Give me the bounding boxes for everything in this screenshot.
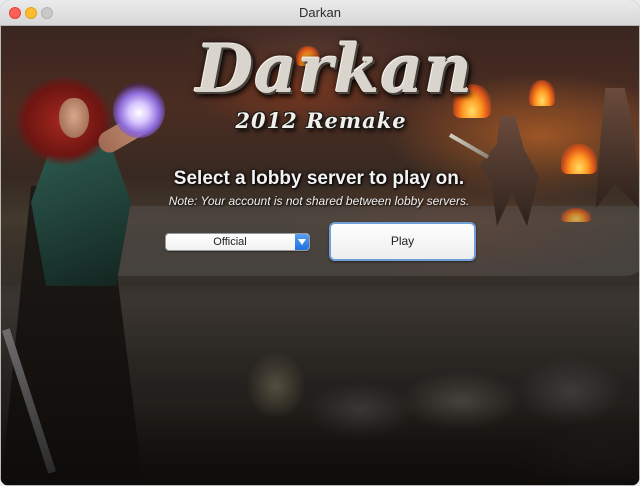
selected-server: Official [213, 236, 247, 248]
lobby-server-select[interactable]: Official [165, 233, 310, 251]
app-window: Darkan Darkan 2012 Remake Select a lobby… [0, 0, 640, 486]
logo-subtitle: 2012 Remake [235, 108, 407, 133]
magic-orb [113, 82, 165, 138]
fire-reflection [561, 208, 591, 222]
logo-title: Darkan [196, 30, 474, 108]
chevron-down-icon[interactable] [295, 234, 309, 250]
play-button[interactable]: Play [329, 222, 476, 261]
sorceress-face [59, 98, 89, 138]
fire-flame [561, 144, 597, 174]
lobby-prompt: Select a lobby server to play on. [173, 168, 465, 189]
fire-flame [529, 80, 555, 106]
window-title: Darkan [299, 5, 341, 20]
game-logo: Darkan 2012 Remake [196, 30, 474, 148]
sorceress-body [31, 146, 131, 286]
title-bar[interactable]: Darkan [0, 0, 640, 26]
lobby-note: Note: Your account is not shared between… [168, 194, 470, 208]
